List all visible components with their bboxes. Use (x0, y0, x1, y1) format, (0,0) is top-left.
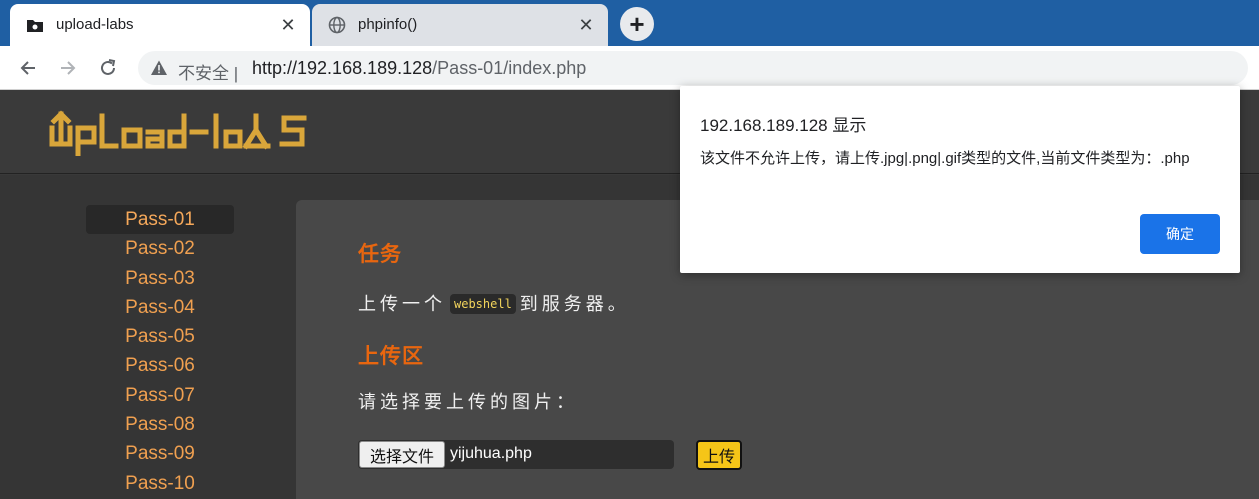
address-bar[interactable]: 不安全 | http://192.168.189.128/Pass-01/ind… (138, 51, 1248, 85)
task-heading: 任务 (358, 243, 402, 266)
back-button[interactable] (14, 54, 42, 82)
alert-message: 该文件不允许上传，请上传.jpg|.png|.gif类型的文件,当前文件类型为：… (700, 150, 1190, 167)
file-input[interactable]: 选择文件 yijuhua.php (358, 440, 674, 469)
sidebar-item-pass-08[interactable]: Pass-08 (86, 410, 234, 439)
sidebar-item-pass-10[interactable]: Pass-10 (86, 469, 234, 498)
url-text[interactable]: http://192.168.189.128/Pass-01/index.php (252, 58, 586, 79)
tab-title: phpinfo() (358, 16, 418, 33)
tab-strip: upload-labs ✕ phpinfo() ✕ + (0, 0, 1259, 46)
sidebar-item-pass-01[interactable]: Pass-01 (86, 205, 234, 235)
alert-title: 192.168.189.128 显示 (700, 116, 867, 135)
selected-file-name: yijuhua.php (450, 445, 532, 462)
task-text-before: 上传一个 (358, 294, 446, 314)
upload-prompt: 请选择要上传的图片： (358, 392, 578, 412)
alert-dialog: 192.168.189.128 显示 该文件不允许上传，请上传.jpg|.png… (680, 86, 1240, 273)
reload-icon (101, 59, 116, 75)
upload-heading: 上传区 (358, 345, 424, 368)
sidebar-item-pass-06[interactable]: Pass-06 (86, 351, 234, 380)
close-tab-icon[interactable]: ✕ (574, 13, 598, 37)
site-logo[interactable] (46, 108, 332, 156)
security-label[interactable]: 不安全 | (178, 59, 238, 84)
sidebar-item-pass-02[interactable]: Pass-02 (86, 234, 234, 263)
url-host: http://192.168.189.128 (252, 58, 433, 78)
globe-icon (328, 16, 346, 34)
task-text-after: 到服务器。 (519, 294, 630, 314)
tab-phpinfo[interactable]: phpinfo() ✕ (312, 4, 608, 46)
new-tab-button[interactable]: + (620, 7, 654, 41)
close-tab-icon[interactable]: ✕ (276, 13, 300, 37)
url-path: /Pass-01/index.php (432, 58, 587, 78)
sidebar-item-pass-04[interactable]: Pass-04 (86, 293, 234, 322)
warning-icon (151, 60, 167, 75)
ok-button[interactable]: 确定 (1140, 214, 1220, 254)
sidebar-item-pass-07[interactable]: Pass-07 (86, 381, 234, 410)
reload-button[interactable] (94, 54, 122, 82)
pass-sidebar: Pass-01 Pass-02 Pass-03 Pass-04 Pass-05 … (86, 205, 234, 498)
forward-button[interactable] (54, 54, 82, 82)
tab-title: upload-labs (56, 16, 134, 33)
choose-file-button[interactable]: 选择文件 (359, 441, 445, 468)
upload-button[interactable]: 上传 (696, 440, 742, 470)
webshell-code: webshell (450, 294, 516, 314)
folder-icon (27, 20, 43, 32)
browser-toolbar: 不安全 | http://192.168.189.128/Pass-01/ind… (0, 46, 1259, 90)
tab-upload-labs[interactable]: upload-labs ✕ (10, 4, 310, 46)
sidebar-item-pass-03[interactable]: Pass-03 (86, 264, 234, 293)
arrow-right-icon (61, 61, 76, 75)
sidebar-item-pass-05[interactable]: Pass-05 (86, 322, 234, 351)
sidebar-item-pass-09[interactable]: Pass-09 (86, 439, 234, 468)
arrow-left-icon (20, 61, 35, 75)
task-text: 上传一个 webshell 到服务器。 (358, 290, 630, 316)
